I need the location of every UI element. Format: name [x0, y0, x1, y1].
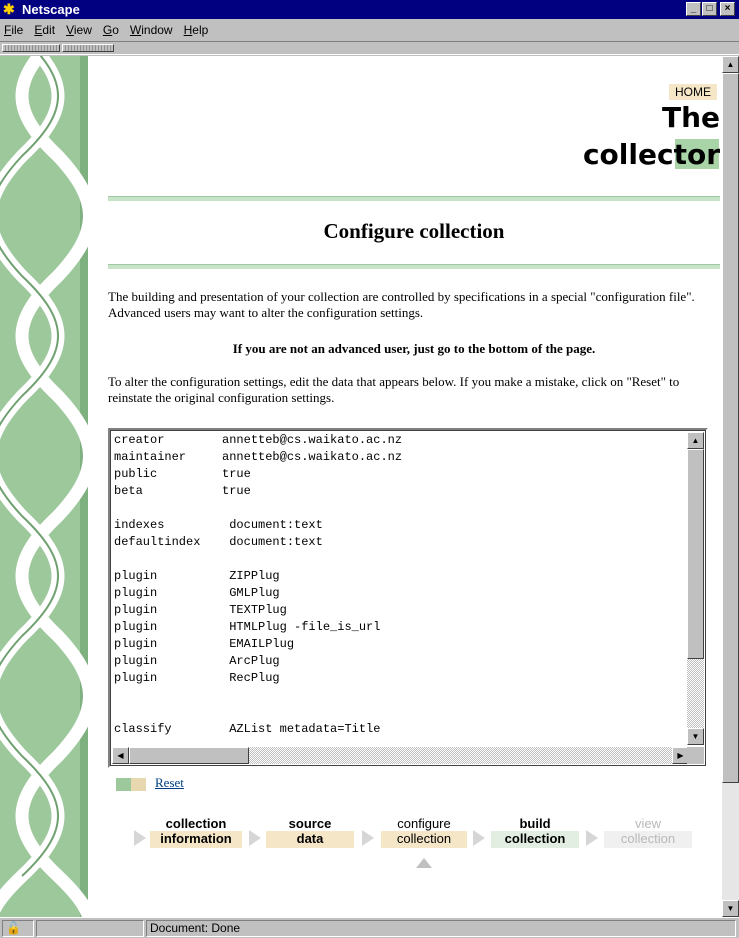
collapsed-toolbar-strip — [0, 41, 739, 55]
step-label-line2: collection — [620, 831, 676, 846]
step-label-line1: source — [288, 816, 332, 831]
page-viewport: HOME The collector Configure collection … — [0, 56, 722, 917]
config-textarea-content[interactable]: creator annetteb@cs.waikato.ac.nz mainta… — [114, 432, 686, 742]
textarea-scroll-up-button[interactable]: ▲ — [687, 432, 704, 449]
step-build-collection[interactable]: build collection — [491, 816, 579, 848]
textarea-vertical-thumb[interactable] — [687, 449, 704, 659]
step-arrow-icon — [134, 830, 146, 846]
step-arrow-icon — [249, 830, 261, 846]
intro-text: The building and presentation of your co… — [108, 289, 695, 320]
step-label-line2: information — [160, 831, 232, 846]
page-vertical-scrollbar[interactable]: ▲ ▼ — [722, 56, 739, 917]
step-label-line1: collection — [165, 816, 227, 831]
logo-line-1: The — [661, 101, 720, 134]
menu-file[interactable]: File — [4, 23, 23, 37]
netscape-logo-icon: ✱ — [3, 1, 15, 17]
page-title: Configure collection — [323, 219, 505, 243]
reset-icon[interactable] — [116, 778, 146, 791]
braid-sidebar-decoration — [0, 56, 88, 917]
step-label-line1: configure — [397, 816, 451, 831]
step-collection-information[interactable]: collection information — [150, 816, 242, 848]
textarea-horizontal-thumb[interactable] — [129, 747, 249, 764]
toolbar-grip-location[interactable] — [62, 44, 114, 52]
page-content: HOME The collector Configure collection … — [108, 56, 720, 917]
textarea-scroll-corner — [687, 747, 704, 764]
step-configure-collection[interactable]: configure collection — [381, 816, 467, 848]
menu-view[interactable]: View — [66, 23, 92, 37]
current-step-marker-icon — [416, 858, 432, 868]
menu-help[interactable]: Help — [184, 23, 209, 37]
security-lock-icon[interactable]: 🔓 — [2, 920, 34, 937]
textarea-vertical-scrollbar[interactable]: ▲ ▼ — [687, 432, 704, 745]
maximize-button[interactable]: □ — [702, 2, 717, 16]
menu-bar: File Edit View Go Window Help — [0, 19, 739, 41]
textarea-scroll-left-button[interactable]: ◀ — [112, 747, 129, 764]
warning-text: If you are not an advanced user, just go… — [232, 341, 596, 356]
instructions-text: To alter the configuration settings, edi… — [108, 374, 680, 405]
step-label-line2: collection — [504, 831, 566, 846]
minimize-button[interactable]: _ — [686, 2, 701, 16]
status-text: Document: Done — [146, 920, 736, 937]
toolbar-grip-navigation[interactable] — [2, 44, 60, 52]
step-label-line1: view — [634, 816, 661, 831]
menu-edit[interactable]: Edit — [34, 23, 55, 37]
header-divider-bottom — [108, 264, 720, 269]
close-button[interactable]: × — [720, 2, 735, 16]
textarea-horizontal-scrollbar[interactable]: ◀ ▶ — [112, 747, 689, 764]
config-textarea[interactable]: creator annetteb@cs.waikato.ac.nz mainta… — [108, 428, 708, 768]
page-vertical-thumb[interactable] — [722, 73, 739, 783]
step-arrow-icon — [473, 830, 485, 846]
status-bar: 🔓 Document: Done — [0, 917, 739, 938]
logo-line-2: collector — [582, 138, 720, 171]
home-link[interactable]: HOME — [669, 84, 717, 100]
step-label-line1: build — [519, 816, 551, 831]
reset-link[interactable]: Reset — [155, 775, 184, 791]
step-arrow-icon — [362, 830, 374, 846]
menu-window[interactable]: Window — [130, 23, 173, 37]
window-title-bar[interactable]: ✱ Netscape _ □ × — [0, 0, 739, 19]
step-arrow-icon — [586, 830, 598, 846]
textarea-scroll-down-button[interactable]: ▼ — [687, 728, 704, 745]
progress-steps: collection information source data confi… — [134, 816, 722, 876]
window-title: Netscape — [22, 2, 80, 17]
status-progress — [36, 920, 144, 937]
menu-go[interactable]: Go — [103, 23, 119, 37]
step-view-collection: view collection — [604, 816, 692, 848]
step-label-line2: data — [296, 831, 324, 846]
page-scroll-down-button[interactable]: ▼ — [722, 900, 739, 917]
header-divider-top — [108, 196, 720, 201]
step-source-data[interactable]: source data — [266, 816, 354, 848]
step-label-line2: collection — [396, 831, 452, 846]
page-scroll-up-button[interactable]: ▲ — [722, 56, 739, 73]
